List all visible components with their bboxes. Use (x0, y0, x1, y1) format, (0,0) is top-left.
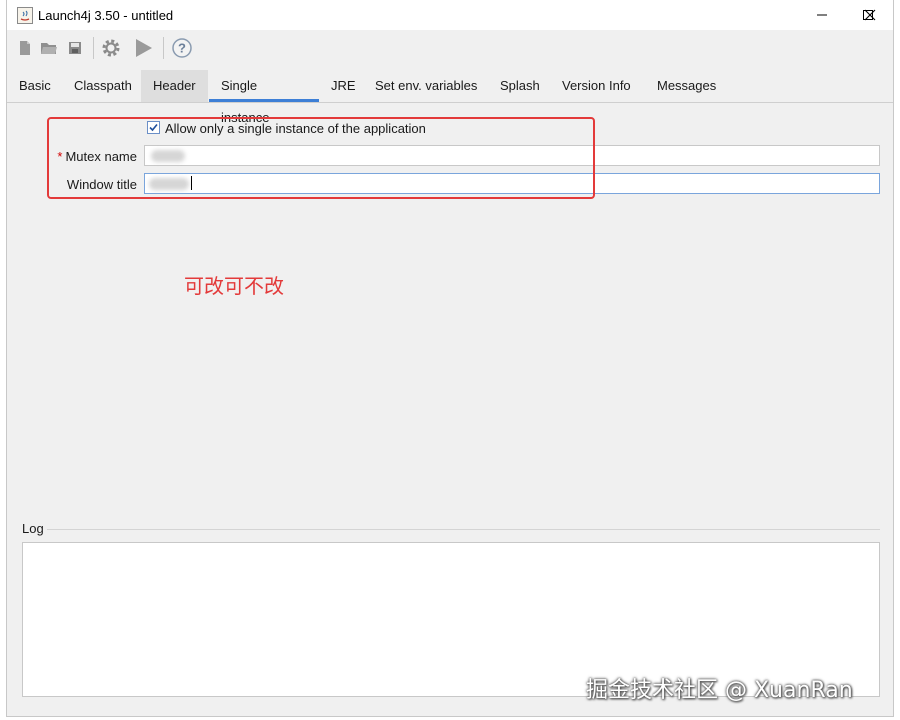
new-file-icon (20, 41, 30, 55)
log-separator (47, 529, 880, 530)
minimize-button[interactable] (799, 0, 845, 30)
single-instance-panel: Allow only a single instance of the appl… (7, 103, 893, 703)
svg-text:?: ? (178, 41, 186, 56)
tab-version-info[interactable]: Version Info (550, 70, 643, 102)
tab-splash[interactable]: Splash (488, 70, 552, 102)
app-window: Launch4j 3.50 - untitled ? Basic Classpa… (6, 0, 894, 717)
annotation-highlight-box (47, 117, 595, 199)
toolbar-separator (163, 37, 164, 59)
tab-set-env-variables[interactable]: Set env. variables (363, 70, 489, 102)
toolbar-separator (93, 37, 94, 59)
tab-messages[interactable]: Messages (645, 70, 728, 102)
tab-header[interactable]: Header (141, 70, 208, 102)
new-file-button[interactable] (13, 36, 37, 60)
folder-open-icon (41, 43, 57, 54)
help-icon: ? (172, 38, 192, 58)
tab-bar: Basic Classpath Header Single instance J… (7, 70, 893, 125)
test-wrapper-button[interactable] (131, 36, 155, 60)
java-app-icon (17, 7, 33, 24)
title-bar: Launch4j 3.50 - untitled (7, 0, 893, 30)
save-button[interactable] (63, 36, 87, 60)
close-button[interactable] (847, 0, 893, 30)
log-label: Log (22, 521, 44, 536)
gear-icon (102, 39, 120, 57)
tab-single-instance[interactable]: Single instance (209, 70, 319, 125)
open-button[interactable] (37, 36, 61, 60)
annotation-text: 可改可不改 (184, 274, 284, 298)
window-title: Launch4j 3.50 - untitled (38, 8, 174, 23)
toolbar: ? (7, 30, 893, 66)
play-icon (136, 39, 152, 57)
save-icon (69, 42, 81, 54)
help-button[interactable]: ? (170, 36, 194, 60)
watermark: 掘金技术社区 @ XuanRan (586, 678, 853, 703)
tab-classpath[interactable]: Classpath (62, 70, 144, 102)
tab-jre[interactable]: JRE (319, 70, 368, 102)
build-wrapper-button[interactable] (99, 36, 123, 60)
tab-basic[interactable]: Basic (7, 70, 63, 102)
